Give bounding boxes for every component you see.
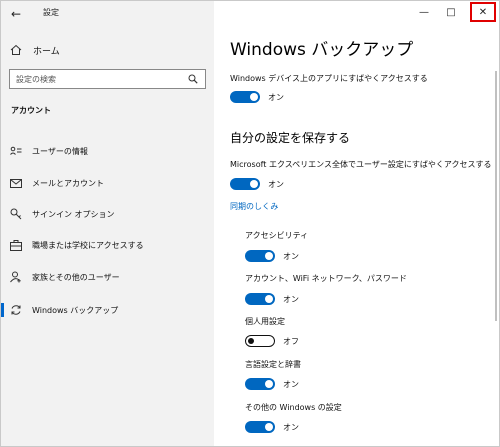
accounts-wifi-label: アカウント、WiFi ネットワーク、パスワード [245, 274, 407, 283]
person-add-icon [9, 270, 23, 284]
toggle-state: オフ [283, 336, 299, 346]
toggle-switch[interactable] [230, 91, 260, 103]
settings-sync-toggle[interactable]: オン [230, 178, 284, 190]
sidebar-item-label: Windows バックアップ [32, 305, 119, 315]
toggle-switch[interactable] [245, 250, 275, 262]
close-button[interactable]: ✕ [470, 2, 496, 22]
toggle-state: オン [283, 294, 299, 304]
sidebar-item-label: サインイン オプション [32, 209, 115, 219]
sidebar-item-label: 職場または学校にアクセスする [32, 240, 144, 250]
personalization-toggle[interactable]: オフ [245, 335, 299, 347]
search-icon[interactable] [187, 72, 199, 86]
sidebar: ← 設定 ホーム アカウント ユーザーの情報 メールとアカウント サインイン オ… [1, 1, 214, 446]
maximize-button[interactable]: □ [440, 4, 462, 20]
mail-icon [9, 176, 23, 190]
toggle-state: オン [268, 179, 284, 189]
sidebar-item-user-info[interactable]: ユーザーの情報 [1, 141, 214, 161]
sidebar-item-label: ユーザーの情報 [32, 146, 88, 156]
section-title: 自分の設定を保存する [230, 131, 351, 145]
sidebar-section-title: アカウント [11, 106, 51, 115]
user-card-icon [9, 144, 23, 158]
sidebar-item-mail-accounts[interactable]: メールとアカウント [1, 173, 214, 193]
sidebar-item-label: ホーム [33, 46, 60, 57]
sidebar-item-work-school[interactable]: 職場または学校にアクセスする [1, 235, 214, 255]
sidebar-item-home[interactable]: ホーム [9, 41, 60, 59]
search-box[interactable] [9, 69, 206, 89]
toggle-state: オン [283, 379, 299, 389]
arrow-left-icon[interactable]: ← [11, 7, 29, 21]
key-icon [9, 207, 23, 221]
accounts-wifi-toggle[interactable]: オン [245, 293, 299, 305]
briefcase-icon [9, 238, 23, 252]
window-title: 設定 [43, 8, 59, 17]
personalization-label: 個人用設定 [245, 317, 285, 326]
language-toggle[interactable]: オン [245, 378, 299, 390]
accessibility-label: アクセシビリティ [245, 231, 309, 240]
toggle-state: オン [283, 251, 299, 261]
other-windows-label: その他の Windows の設定 [245, 403, 342, 412]
apps-backup-label: Windows デバイス上のアプリにすばやくアクセスする [230, 74, 428, 83]
sidebar-item-signin-options[interactable]: サインイン オプション [1, 204, 214, 224]
toggle-state: オン [268, 92, 284, 102]
language-label: 言語設定と辞書 [245, 360, 301, 369]
apps-backup-toggle[interactable]: オン [230, 91, 284, 103]
toggle-switch[interactable] [230, 178, 260, 190]
toggle-switch[interactable] [245, 335, 275, 347]
minimize-button[interactable]: — [413, 4, 435, 20]
settings-sync-label: Microsoft エクスペリエンス全体でユーザー設定にすばやくアクセスする [230, 160, 492, 169]
sync-icon [9, 303, 23, 317]
how-sync-works-link[interactable]: 同期のしくみ [230, 201, 278, 212]
home-icon [9, 43, 23, 57]
sidebar-item-windows-backup[interactable]: Windows バックアップ [1, 300, 214, 320]
page-title: Windows バックアップ [230, 40, 414, 60]
toggle-switch[interactable] [245, 421, 275, 433]
other-windows-toggle[interactable]: オン [245, 421, 299, 433]
toggle-state: オン [283, 422, 299, 432]
sidebar-item-family-users[interactable]: 家族とその他のユーザー [1, 267, 214, 287]
sidebar-item-label: 家族とその他のユーザー [32, 272, 120, 282]
main-content: — □ ✕ Windows バックアップ Windows デバイス上のアプリにす… [214, 1, 499, 446]
sidebar-item-label: メールとアカウント [32, 178, 104, 188]
toggle-switch[interactable] [245, 378, 275, 390]
accessibility-toggle[interactable]: オン [245, 250, 299, 262]
scrollbar[interactable] [495, 71, 497, 321]
toggle-switch[interactable] [245, 293, 275, 305]
search-input[interactable] [16, 74, 187, 84]
